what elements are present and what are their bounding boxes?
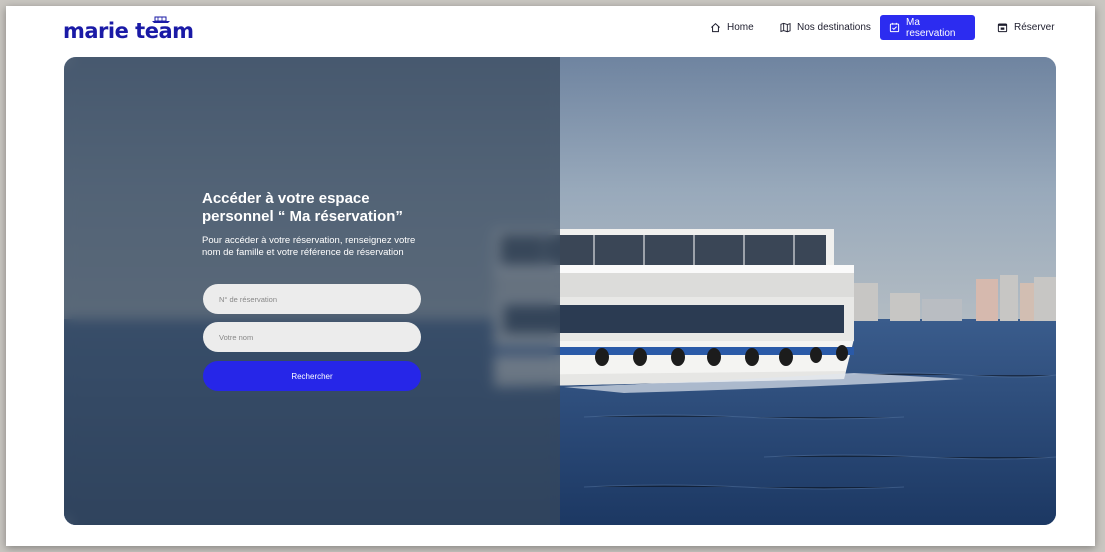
panel-description: Pour accéder à votre réservation, rensei…	[202, 235, 416, 258]
panel-title: Accéder à votre espace personnel “ Ma ré…	[202, 190, 403, 225]
search-button[interactable]: Rechercher	[203, 361, 421, 391]
nav-item-destinations[interactable]: Nos destinations	[771, 15, 880, 40]
brand-logo[interactable]: marie team	[63, 19, 194, 43]
home-icon	[711, 22, 720, 33]
nav-label-reservation: Ma reservation	[906, 16, 956, 39]
nav-item-home[interactable]: Home	[701, 15, 763, 40]
nav-label-reserver: Réserver	[1014, 22, 1055, 33]
hero-section: Accéder à votre espace personnel “ Ma ré…	[64, 57, 1056, 525]
nav-item-reservation[interactable]: Ma reservation	[880, 15, 975, 40]
login-panel: Accéder à votre espace personnel “ Ma ré…	[64, 57, 560, 525]
calendar-check-icon	[889, 22, 900, 33]
nav-label-home: Home	[727, 22, 754, 33]
map-icon	[780, 22, 791, 33]
calendar-icon	[997, 23, 1008, 33]
boat-logo-icon	[152, 16, 170, 23]
reservation-number-input[interactable]	[203, 284, 421, 314]
nav-label-destinations: Nos destinations	[797, 22, 871, 33]
name-input[interactable]	[203, 322, 421, 352]
nav-item-reserver[interactable]: Réserver	[988, 15, 1064, 40]
page-frame: marie team Home Nos destinations Ma rese…	[6, 6, 1095, 546]
